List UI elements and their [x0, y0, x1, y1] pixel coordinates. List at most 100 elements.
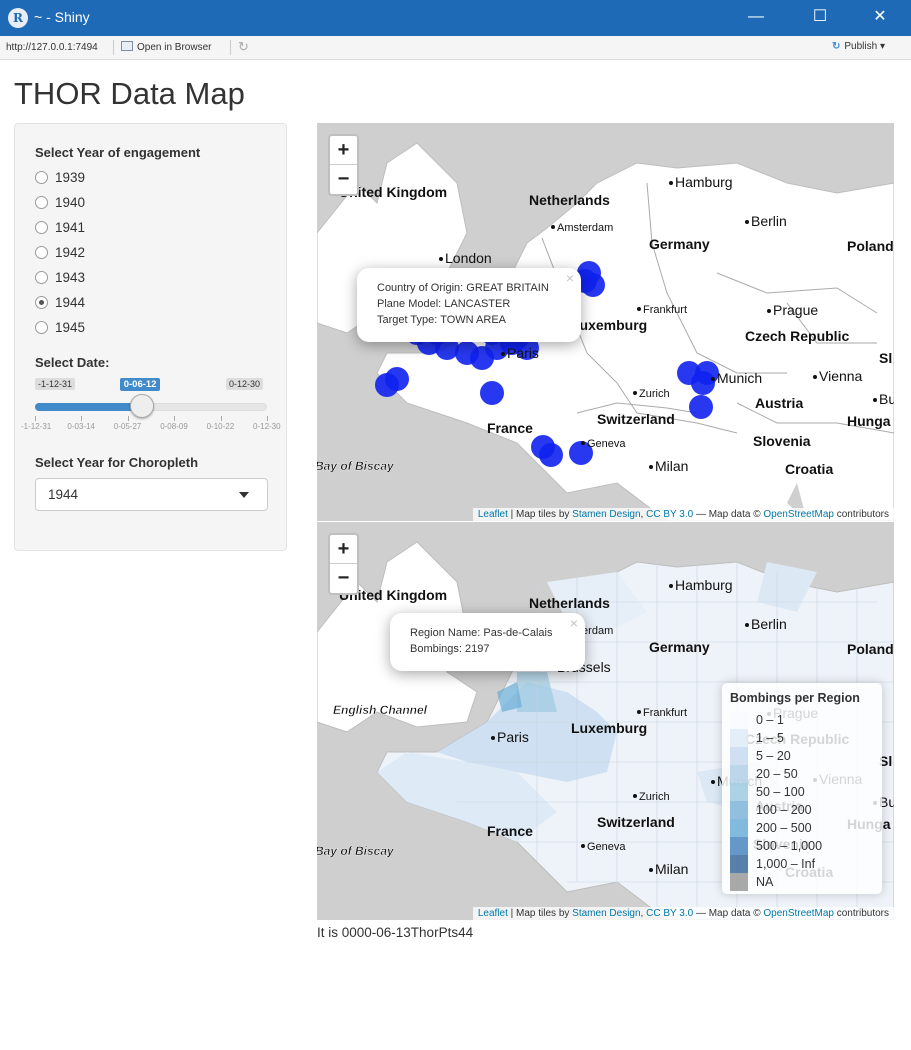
map-label-prague: Prague — [773, 302, 818, 318]
publish-button[interactable]: ↻ Publish ▾ — [832, 41, 885, 52]
map-label-paris: Paris — [507, 345, 539, 361]
legend-item: 20 – 50 — [730, 765, 874, 783]
browser-icon — [121, 41, 133, 51]
page-title: THOR Data Map — [14, 76, 245, 111]
map-label-poland: Poland — [847, 238, 894, 254]
osm-link[interactable]: OpenStreetMap — [763, 908, 834, 919]
date-slider-handle[interactable] — [129, 394, 154, 418]
legend-item: 50 – 100 — [730, 783, 874, 801]
year-radio-1939[interactable]: 1939 — [35, 170, 85, 190]
open-in-browser-label: Open in Browser — [137, 42, 212, 53]
slider-tick-label: 0-08-09 — [160, 422, 188, 431]
radio-circle[interactable] — [35, 271, 48, 284]
bombing-marker[interactable] — [689, 395, 713, 419]
stamen-link[interactable]: Stamen Design — [572, 509, 640, 520]
map-label-croatia: Croatia — [785, 461, 833, 477]
radio-circle[interactable] — [35, 321, 48, 334]
legend-item: 0 – 1 — [730, 711, 874, 729]
legend-swatch — [730, 819, 748, 837]
radio-circle[interactable] — [35, 246, 48, 259]
legend-title: Bombings per Region — [730, 691, 860, 705]
year-radio-1943[interactable]: 1943 — [35, 270, 85, 290]
year-radio-1942[interactable]: 1942 — [35, 245, 85, 265]
legend-swatch — [730, 837, 748, 855]
legend-swatch — [730, 801, 748, 819]
attribution-text: | Map tiles by — [507, 908, 573, 919]
refresh-icon[interactable]: ↻ — [238, 39, 249, 55]
year-radio-1945[interactable]: 1945 — [35, 320, 85, 340]
legend-item: 1,000 – Inf — [730, 855, 874, 873]
slider-max-label: 0-12-30 — [226, 378, 264, 390]
open-in-browser-button[interactable]: Open in Browser — [121, 41, 211, 53]
r-logo-icon: R — [8, 8, 28, 28]
radio-circle[interactable] — [35, 171, 48, 184]
radio-circle[interactable] — [35, 196, 48, 209]
choropleth-map[interactable]: United Kingdom Netherlands Germany Poland Ha… — [317, 522, 894, 920]
leaflet-link[interactable]: Leaflet — [478, 509, 508, 520]
radio-circle[interactable] — [35, 296, 48, 309]
map2-zoom-out-button[interactable]: − — [330, 564, 357, 593]
legend-item: NA — [730, 873, 874, 891]
cc-link[interactable]: CC BY 3.0 — [646, 509, 693, 520]
bombing-marker[interactable] — [539, 443, 563, 467]
year-radio-1944[interactable]: 1944 — [35, 295, 85, 315]
radio-label: 1944 — [55, 295, 86, 310]
city-dot — [873, 398, 877, 402]
city-dot — [669, 181, 673, 185]
slider-tick-label: 0-10-22 — [206, 422, 235, 431]
choropleth-year-select[interactable]: 1944 — [35, 478, 268, 511]
legend-swatch — [730, 873, 748, 891]
city-dot — [581, 844, 585, 848]
map-label-france: France — [487, 823, 533, 839]
slider-tick-label: 0-05-27 — [113, 422, 142, 431]
map-label-zurich: Zurich — [639, 791, 670, 803]
year-radio-1941[interactable]: 1941 — [35, 220, 85, 240]
map2-zoom-in-button[interactable]: + — [330, 535, 357, 564]
map1-zoom-control: + − — [328, 134, 359, 196]
map-label-paris: Paris — [497, 729, 529, 745]
leaflet-link[interactable]: Leaflet — [478, 908, 508, 919]
popup-close-icon[interactable]: × — [566, 270, 574, 286]
osm-link[interactable]: OpenStreetMap — [763, 509, 834, 520]
map1-zoom-in-button[interactable]: + — [330, 136, 357, 165]
bombing-marker[interactable] — [385, 367, 409, 391]
viewer-toolbar: http://127.0.0.1:7494 Open in Browser ↻ … — [0, 36, 911, 60]
map-label-luxemburg: Luxemburg — [571, 720, 647, 736]
map-label-hamburg: Hamburg — [675, 577, 733, 593]
chevron-down-icon — [239, 492, 249, 498]
city-dot — [501, 352, 505, 356]
map-label-frankfurt: Frankfurt — [643, 707, 687, 719]
bombing-points-map[interactable]: United Kingdom Netherlands Germany Poland Ha… — [317, 123, 894, 521]
date-slider-fill — [35, 403, 142, 411]
maximize-button[interactable]: ☐ — [797, 0, 843, 36]
slider-tick — [127, 416, 129, 421]
map-label-amsterdam: Amsterdam — [557, 222, 613, 234]
city-dot — [439, 257, 443, 261]
city-dot — [581, 441, 585, 445]
cc-link[interactable]: CC BY 3.0 — [646, 908, 693, 919]
city-dot — [745, 220, 749, 224]
map1-zoom-out-button[interactable]: − — [330, 165, 357, 194]
close-button[interactable]: ✕ — [857, 0, 903, 36]
bombing-marker[interactable] — [480, 381, 504, 405]
radio-circle[interactable] — [35, 221, 48, 234]
bombing-marker[interactable] — [691, 371, 715, 395]
slider-tick — [35, 416, 36, 421]
popup-region-name: Region Name: Pas-de-Calais — [410, 627, 553, 639]
legend-item: 200 – 500 — [730, 819, 874, 837]
map-label-czech-republic: Czech Republic — [745, 328, 849, 344]
slider-tick — [267, 416, 268, 421]
choropleth-legend: Bombings per Region 0 – 1 1 – 5 5 – 20 20 –… — [722, 683, 882, 894]
map-label-germany: Germany — [649, 639, 710, 655]
minimize-button[interactable]: — — [733, 0, 779, 36]
radio-label: 1945 — [55, 320, 86, 335]
popup-close-icon[interactable]: × — [570, 615, 578, 631]
legend-swatch — [730, 855, 748, 873]
year-radio-1940[interactable]: 1940 — [35, 195, 85, 215]
map2-attribution: Leaflet | Map tiles by Stamen Design, CC… — [472, 907, 894, 920]
map-label-poland: Poland — [847, 641, 894, 657]
legend-swatch — [730, 765, 748, 783]
map-label-hamburg: Hamburg — [675, 174, 733, 190]
map-label-berlin: Berlin — [751, 213, 787, 229]
stamen-link[interactable]: Stamen Design — [572, 908, 640, 919]
